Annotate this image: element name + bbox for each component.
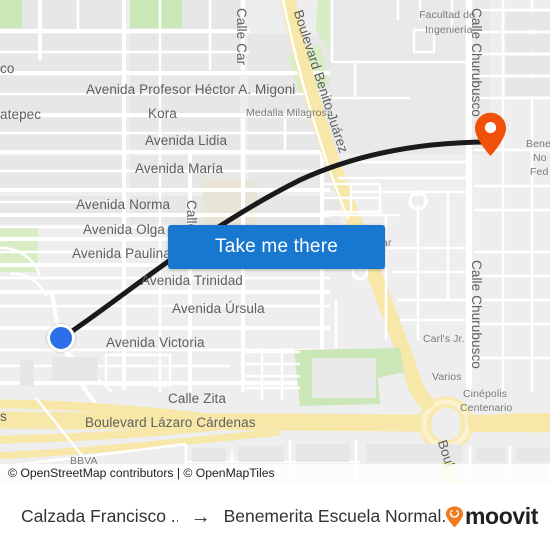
moovit-pin-icon	[445, 505, 464, 528]
trip-bottom-bar: Calzada Francisco ... → Benemerita Escue…	[0, 483, 550, 550]
destination-marker-pin[interactable]	[474, 112, 507, 157]
moovit-map-screen: .rd { stroke:#ffffff; fill:none; stroke-…	[0, 0, 550, 550]
moovit-logo[interactable]: moovit	[445, 503, 550, 530]
trip-summary[interactable]: Calzada Francisco ... → Benemerita Escue…	[0, 506, 445, 527]
origin-marker-dot[interactable]	[47, 324, 75, 352]
moovit-wordmark: moovit	[465, 503, 538, 529]
map-attribution: © OpenStreetMap contributors | © OpenMap…	[0, 464, 550, 483]
trip-origin-label: Calzada Francisco ...	[21, 506, 178, 526]
trip-destination-label: Benemerita Escuela Normal...	[223, 506, 445, 526]
take-me-there-button[interactable]: Take me there	[168, 225, 385, 269]
arrow-right-icon: →	[190, 505, 211, 528]
map-canvas[interactable]: .rd { stroke:#ffffff; fill:none; stroke-…	[0, 0, 550, 483]
